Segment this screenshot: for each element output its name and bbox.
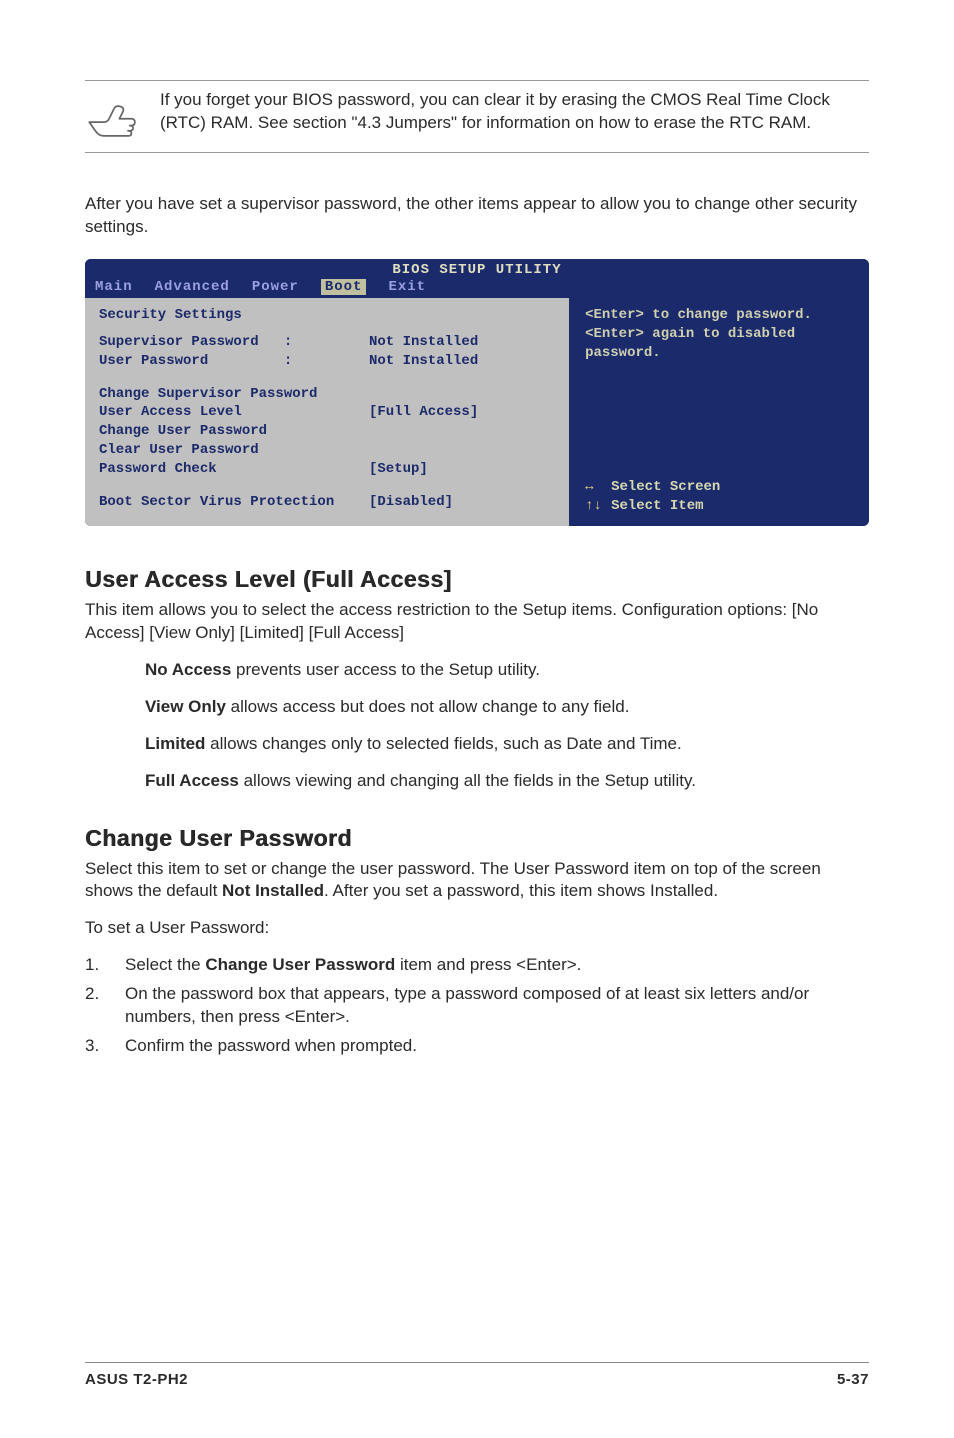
footer-left: ASUS T2-PH2 <box>85 1371 188 1388</box>
note-box: If you forget your BIOS password, you ca… <box>85 80 869 153</box>
bios-right-pane: <Enter> to change password. <Enter> agai… <box>571 298 869 526</box>
user-access-level-value: [Full Access] <box>369 403 478 422</box>
arrows-lr-icon: ↔ <box>585 478 611 497</box>
user-password-label: User Password : <box>99 352 369 371</box>
clear-user-password-item: Clear User Password <box>99 441 555 460</box>
cup-paragraph: Select this item to set or change the us… <box>85 858 869 904</box>
view-only-desc: View Only allows access but does not all… <box>145 696 869 719</box>
note-text: If you forget your BIOS password, you ca… <box>160 89 869 135</box>
list-item: On the password box that appears, type a… <box>85 983 869 1029</box>
bios-menu-exit: Exit <box>388 279 426 295</box>
supervisor-password-value: Not Installed <box>369 333 478 352</box>
ual-heading: User Access Level (Full Access] <box>85 566 869 593</box>
user-access-level-label: User Access Level <box>99 403 369 422</box>
supervisor-password-label: Supervisor Password : <box>99 333 369 352</box>
bios-left-pane: Security Settings Supervisor Password : … <box>85 298 571 526</box>
bios-menu-boot: Boot <box>321 279 367 295</box>
boot-sector-virus-label: Boot Sector Virus Protection <box>99 493 369 512</box>
arrows-ud-icon: ↑↓ <box>585 497 611 516</box>
nav-select-screen: Select Screen <box>611 479 720 495</box>
limited-desc: Limited allows changes only to selected … <box>145 733 869 756</box>
password-check-value: [Setup] <box>369 460 428 479</box>
bios-screenshot: BIOS SETUP UTILITY Main Advanced Power B… <box>85 259 869 526</box>
page-footer: ASUS T2-PH2 5-37 <box>85 1362 869 1388</box>
user-password-value: Not Installed <box>369 352 478 371</box>
to-set-label: To set a User Password: <box>85 917 869 940</box>
footer-right: 5-37 <box>837 1371 869 1388</box>
bios-title: BIOS SETUP UTILITY <box>85 259 869 279</box>
boot-sector-virus-value: [Disabled] <box>369 493 453 512</box>
password-check-label: Password Check <box>99 460 369 479</box>
cup-heading: Change User Password <box>85 825 869 852</box>
bios-menu-advanced: Advanced <box>155 279 230 295</box>
help-text-2: <Enter> again to disabled password. <box>585 325 855 363</box>
steps-list: Select the Change User Password item and… <box>85 954 869 1058</box>
ual-paragraph: This item allows you to select the acces… <box>85 599 869 645</box>
nav-select-item: Select Item <box>611 498 703 514</box>
security-settings-title: Security Settings <box>99 306 555 325</box>
help-text-1: <Enter> to change password. <box>585 306 855 325</box>
bios-menu-main: Main <box>95 279 133 295</box>
full-access-desc: Full Access allows viewing and changing … <box>145 770 869 793</box>
change-supervisor-password: Change Supervisor Password <box>99 385 555 404</box>
no-access-desc: No Access prevents user access to the Se… <box>145 659 869 682</box>
intro-paragraph: After you have set a supervisor password… <box>85 193 869 239</box>
list-item: Confirm the password when prompted. <box>85 1035 869 1058</box>
bios-menu-power: Power <box>252 279 299 295</box>
change-user-password-item: Change User Password <box>99 422 555 441</box>
hand-point-icon <box>85 89 140 144</box>
list-item: Select the Change User Password item and… <box>85 954 869 977</box>
bios-menu-bar: Main Advanced Power Boot Exit <box>85 279 869 298</box>
